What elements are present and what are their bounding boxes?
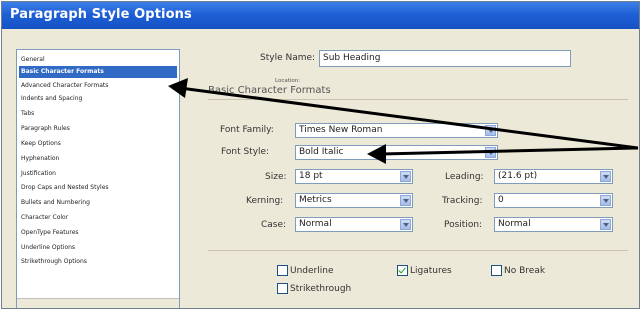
arrowhead-sidebar <box>168 78 188 98</box>
dialog-window: Paragraph Style Options General Basic Ch… <box>1 1 640 309</box>
annotation-arrows <box>168 78 639 164</box>
arrow-to-font-style <box>379 146 639 156</box>
arrow-to-sidebar-selection <box>179 86 639 150</box>
arrowhead-font-style <box>367 144 386 164</box>
